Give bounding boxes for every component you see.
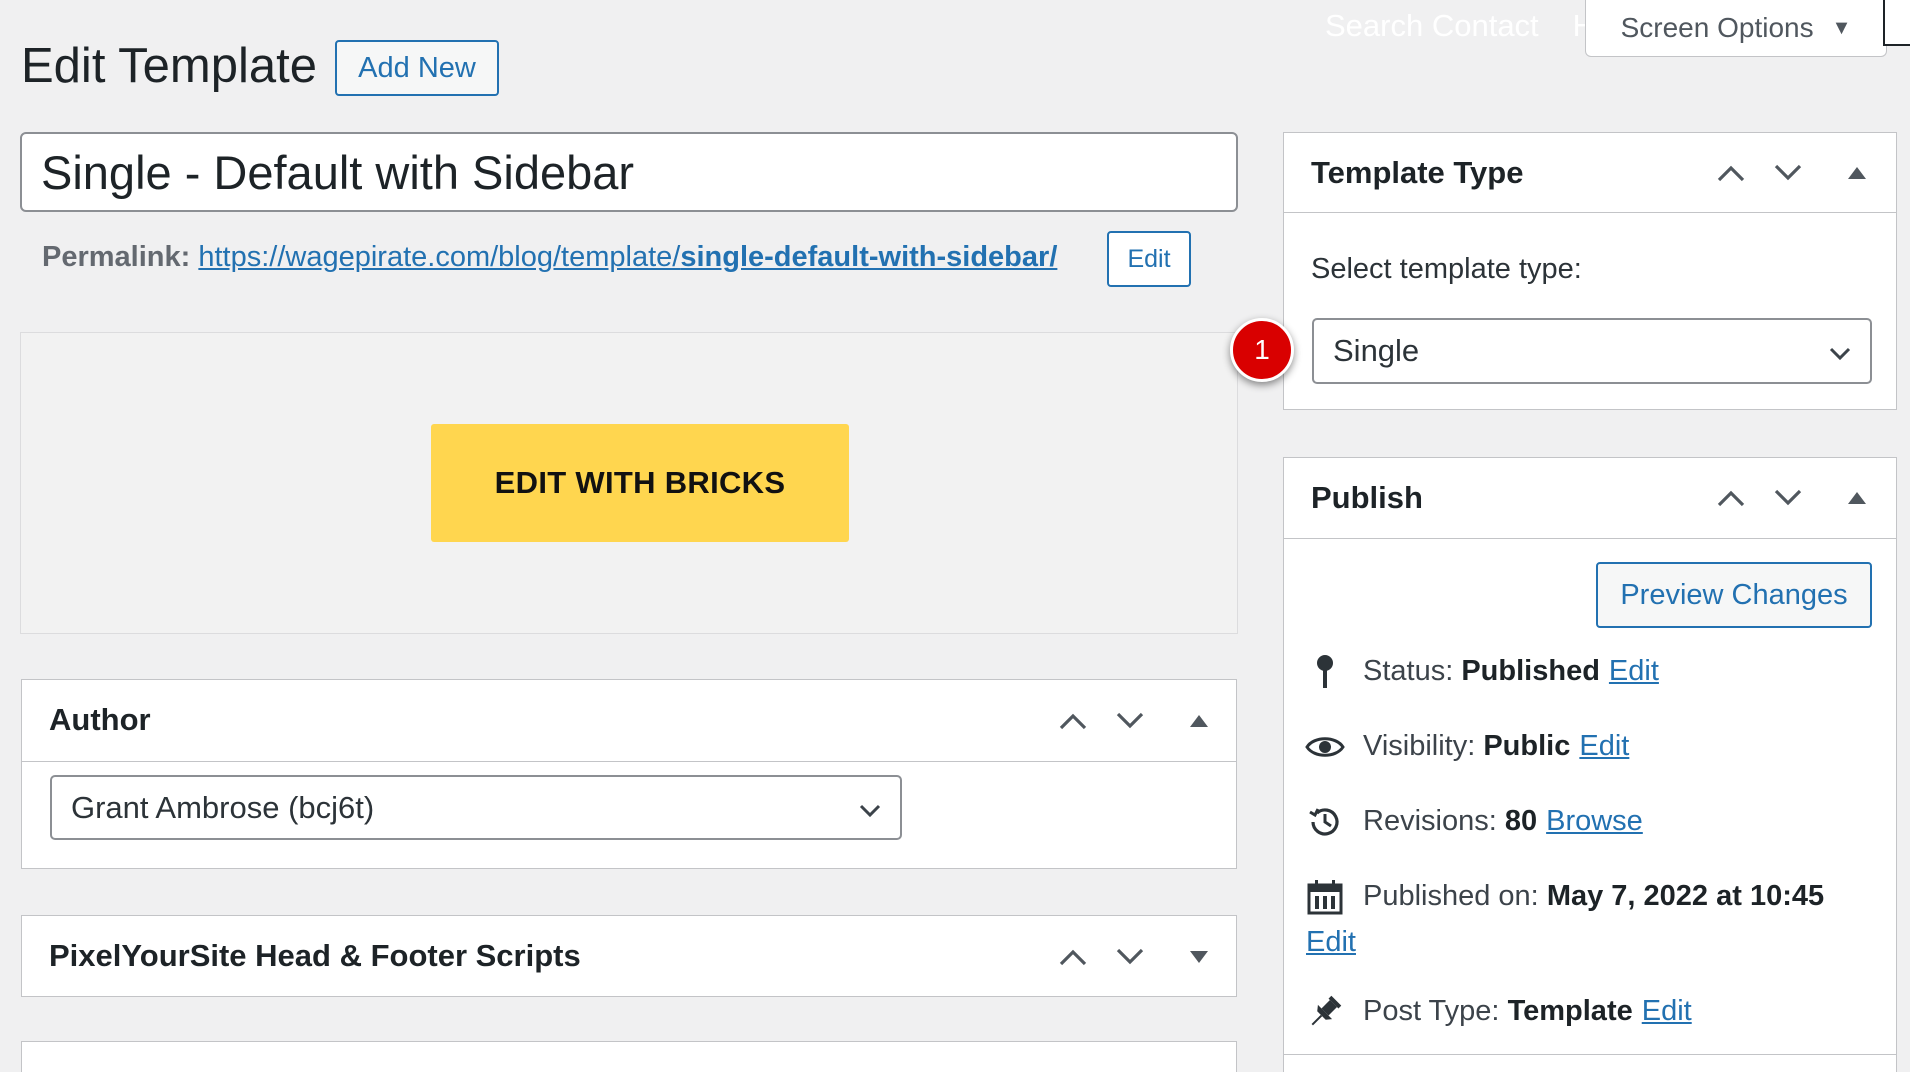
- template-type-title: Template Type: [1311, 155, 1524, 190]
- chevron-down-icon: [1828, 333, 1852, 369]
- status-edit-link[interactable]: Edit: [1609, 655, 1659, 688]
- revisions-count: 80: [1504, 805, 1538, 837]
- collapse-toggle-icon[interactable]: [1179, 701, 1219, 741]
- move-down-icon[interactable]: [1110, 701, 1150, 741]
- calendar-icon: [1305, 877, 1345, 917]
- move-up-icon[interactable]: [1053, 937, 1093, 977]
- page-title: Edit Template: [21, 39, 317, 93]
- pixelyoursite-postbox: PixelYourSite Head & Footer Scripts: [21, 915, 1237, 997]
- screen-options-label: Screen Options: [1620, 12, 1814, 43]
- search-contact-link[interactable]: Search Contact: [1325, 8, 1539, 43]
- move-up-icon[interactable]: [1053, 701, 1093, 741]
- post-type-value: Template: [1507, 995, 1633, 1027]
- permalink-base: https://wagepirate.com/blog/template/: [198, 241, 681, 273]
- published-on-label: Published on:: [1363, 880, 1539, 912]
- pushpin-icon: [1305, 992, 1345, 1032]
- expand-toggle-icon[interactable]: [1179, 937, 1219, 977]
- visibility-edit-link[interactable]: Edit: [1579, 730, 1629, 763]
- permalink-edit-button[interactable]: Edit: [1107, 231, 1191, 287]
- chevron-down-icon: [858, 790, 882, 826]
- published-on-edit-link[interactable]: Edit: [1306, 926, 1356, 959]
- publish-divider: [1284, 1054, 1896, 1055]
- move-up-icon[interactable]: [1711, 153, 1751, 193]
- move-down-icon[interactable]: [1768, 478, 1808, 518]
- history-icon: [1305, 802, 1345, 842]
- pixelyoursite-postbox-header: PixelYourSite Head & Footer Scripts: [22, 916, 1236, 998]
- publish-postbox: Publish: [1283, 457, 1897, 1072]
- eye-icon: [1305, 727, 1345, 767]
- next-postbox-partial: [21, 1041, 1237, 1072]
- revisions-label: Revisions:: [1363, 805, 1497, 837]
- permalink-link[interactable]: https://wagepirate.com/blog/template/sin…: [198, 241, 1057, 273]
- template-type-label: Select template type:: [1311, 253, 1582, 285]
- published-on-row: Published on: May 7, 2022 at 10:45: [1305, 879, 1825, 914]
- edit-with-bricks-button[interactable]: EDIT WITH BRICKS: [431, 424, 849, 542]
- author-box-title: Author: [49, 702, 151, 737]
- published-on-value: May 7, 2022 at 10:45: [1546, 880, 1825, 912]
- post-type-label: Post Type:: [1363, 995, 1500, 1027]
- help-tab-partial[interactable]: [1883, 0, 1910, 46]
- status-label: Status:: [1363, 655, 1454, 687]
- template-type-postbox: Template Type Select template type: Sing…: [1283, 132, 1897, 410]
- publish-postbox-header: Publish: [1284, 458, 1896, 539]
- author-select[interactable]: Grant Ambrose (bcj6t): [50, 775, 902, 840]
- move-up-icon[interactable]: [1711, 478, 1751, 518]
- pixelyoursite-box-title: PixelYourSite Head & Footer Scripts: [49, 938, 581, 973]
- template-type-select[interactable]: Single: [1312, 318, 1872, 384]
- template-type-postbox-header: Template Type: [1284, 133, 1896, 213]
- author-selected-value: Grant Ambrose (bcj6t): [71, 789, 375, 825]
- permalink-slug: single-default-with-sidebar/: [680, 241, 1058, 273]
- permalink-label: Permalink:: [42, 241, 191, 273]
- visibility-label: Visibility:: [1363, 730, 1476, 762]
- preview-changes-button[interactable]: Preview Changes: [1596, 562, 1872, 628]
- author-postbox-header: Author: [22, 680, 1236, 762]
- template-type-selected-value: Single: [1333, 333, 1420, 368]
- pin-icon: [1305, 652, 1345, 692]
- revisions-row: Revisions: 80 Browse: [1305, 805, 1643, 838]
- add-new-button[interactable]: Add New: [335, 40, 499, 96]
- annotation-badge: 1: [1230, 318, 1294, 382]
- status-value: Published: [1461, 655, 1600, 687]
- collapse-toggle-icon[interactable]: [1837, 478, 1877, 518]
- admin-bar-search[interactable]: Search Contact H: [1325, 8, 1629, 44]
- visibility-row: Visibility: Public Edit: [1305, 730, 1629, 763]
- visibility-value: Public: [1483, 730, 1571, 762]
- author-postbox: Author Grant Ambrose (bcj6t): [21, 679, 1237, 869]
- collapse-toggle-icon[interactable]: [1837, 153, 1877, 193]
- permalink-row: Permalink: https://wagepirate.com/blog/t…: [42, 241, 1057, 274]
- caret-down-icon: ▼: [1831, 16, 1852, 39]
- publish-title: Publish: [1311, 480, 1423, 515]
- post-title-input[interactable]: Single - Default with Sidebar: [20, 132, 1238, 212]
- move-down-icon[interactable]: [1110, 937, 1150, 977]
- revisions-browse-link[interactable]: Browse: [1546, 805, 1643, 838]
- screen-options-button[interactable]: Screen Options ▼: [1585, 0, 1887, 57]
- post-type-row: Post Type: Template Edit: [1305, 995, 1692, 1028]
- status-row: Status: Published Edit: [1305, 654, 1659, 688]
- post-type-edit-link[interactable]: Edit: [1642, 995, 1692, 1028]
- move-down-icon[interactable]: [1768, 153, 1808, 193]
